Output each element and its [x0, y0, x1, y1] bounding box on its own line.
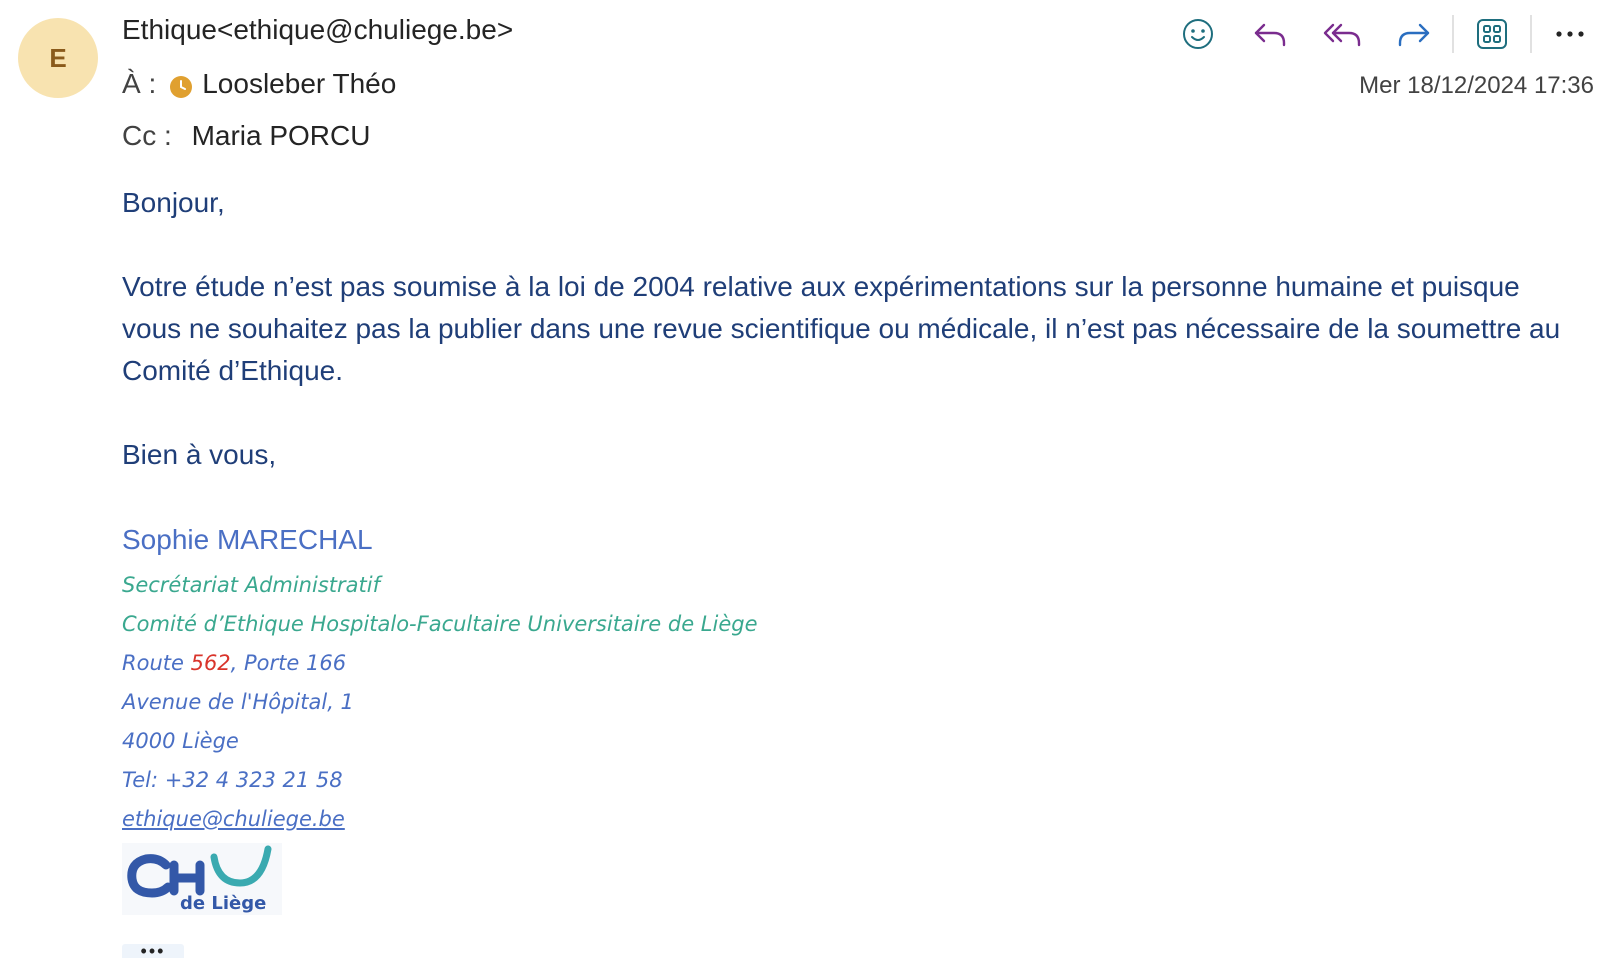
reply-icon[interactable] [1242, 12, 1298, 56]
sender-address[interactable]: Ethique<ethique@chuliege.be> [122, 14, 513, 46]
cc-row: Cc : Maria PORCU [122, 120, 370, 152]
received-date: Mer 18/12/2024 17:36 [1359, 72, 1594, 99]
toolbar-divider [1530, 15, 1532, 53]
body-paragraph: Votre étude n’est pas soumise à la loi d… [122, 271, 1561, 386]
email-reading-pane: E Ethique<ethique@chuliege.be> À : Loosl… [0, 0, 1624, 958]
route-number: 562 [190, 651, 231, 675]
more-icon[interactable] [1542, 12, 1598, 56]
signature-email[interactable]: ethique@chuliege.be [122, 807, 345, 831]
more-dots-label: ••• [140, 944, 166, 958]
svg-text:de Liège: de Liège [180, 893, 266, 914]
toolbar-divider [1452, 15, 1454, 53]
apps-icon[interactable] [1464, 12, 1520, 56]
chu-liege-logo: de Liège [122, 843, 282, 915]
smiley-icon[interactable] [1170, 12, 1226, 56]
cc-label: Cc : [122, 120, 172, 151]
avatar-initial: E [49, 42, 67, 73]
signature-name: Sophie MARECHAL [122, 524, 373, 555]
signature-role: Secrétariat Administratif [122, 573, 380, 597]
greeting: Bonjour, [122, 187, 225, 218]
signature-org: Comité d’Ethique Hospitalo-Facultaire Un… [122, 612, 758, 636]
clock-icon [170, 73, 193, 98]
signature-email-link[interactable]: ethique@chuliege.be [122, 807, 345, 831]
closing: Bien à vous, [122, 439, 277, 470]
forward-icon[interactable] [1386, 12, 1442, 56]
route-suffix: , Porte 166 [230, 651, 347, 675]
message-body: Bonjour, Votre étude n’est pas soumise à… [122, 182, 1582, 476]
to-recipient[interactable]: Loosleber Théo [202, 68, 396, 100]
sender-avatar[interactable]: E [18, 18, 98, 98]
cc-recipient[interactable]: Maria PORCU [192, 120, 371, 151]
signature-street: Avenue de l'Hôpital, 1 [122, 690, 354, 714]
reply-all-icon[interactable] [1314, 12, 1370, 56]
message-toolbar [1154, 12, 1598, 56]
signature-city: 4000 Liège [122, 729, 239, 753]
signature-route: Route 562, Porte 166 [122, 651, 346, 675]
show-more-button[interactable]: ••• [122, 944, 184, 958]
to-label: À : [122, 68, 157, 99]
to-row: À : Loosleber Théo [122, 68, 396, 100]
route-prefix: Route [122, 651, 191, 675]
signature-tel: Tel: +32 4 323 21 58 [122, 768, 343, 792]
